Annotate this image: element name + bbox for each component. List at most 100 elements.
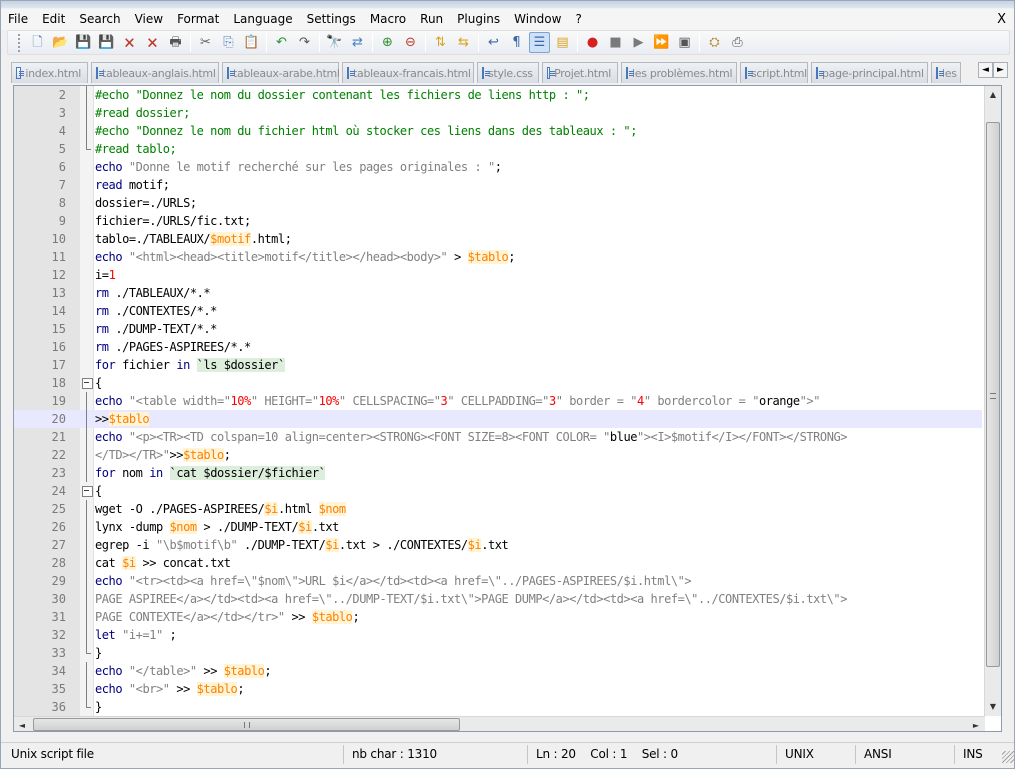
zoom-in-icon[interactable]: ⊕ bbox=[377, 32, 398, 53]
code-line[interactable]: 25 wget -O ./PAGES-ASPIREES/$i.html $nom bbox=[14, 500, 982, 518]
code-line[interactable]: 11 echo "<html><head><title>motif</title>… bbox=[14, 248, 982, 266]
save-all-icon[interactable]: 💾 bbox=[96, 32, 117, 53]
code-line[interactable]: 18 { bbox=[14, 374, 982, 392]
tab-page-principal-html[interactable]: page-principal.html bbox=[811, 62, 928, 83]
tab-tableaux-francais-html[interactable]: tableaux-francais.html bbox=[342, 62, 474, 83]
tab-scroll-right-icon[interactable]: ► bbox=[993, 62, 1008, 78]
tab-projet-html[interactable]: Projet.html bbox=[542, 62, 618, 83]
menu-macro[interactable]: Macro bbox=[363, 9, 413, 30]
code-line[interactable]: 24 { bbox=[14, 482, 982, 500]
menu-plugins[interactable]: Plugins bbox=[450, 9, 507, 30]
redo-icon[interactable]: ↷ bbox=[294, 32, 315, 53]
code-line[interactable]: 21 echo "<p><TR><TD colspan=10 align=cent… bbox=[14, 428, 982, 446]
menu-view[interactable]: View bbox=[128, 9, 170, 30]
save-macro-icon[interactable]: ▣ bbox=[674, 32, 695, 53]
code-line[interactable]: 31 PAGE CONTEXTE</a></td></tr>" >> $tablo… bbox=[14, 608, 982, 626]
code-line[interactable]: 13 rm ./TABLEAUX/*.* bbox=[14, 284, 982, 302]
scroll-right-icon[interactable]: ► bbox=[968, 717, 984, 731]
undo-icon[interactable]: ↶ bbox=[271, 32, 292, 53]
print-icon[interactable]: 🖶 bbox=[165, 32, 186, 53]
cut-icon[interactable]: ✂ bbox=[195, 32, 216, 53]
paste-icon[interactable]: 📋 bbox=[241, 32, 262, 53]
record-macro-icon[interactable]: ● bbox=[582, 32, 603, 53]
zoom-out-icon[interactable]: ⊖ bbox=[400, 32, 421, 53]
sync-vertical-icon[interactable]: ⇅ bbox=[430, 32, 451, 53]
menu-edit[interactable]: Edit bbox=[35, 9, 72, 30]
code-line[interactable]: 8 dossier=./URLS; bbox=[14, 194, 982, 212]
word-wrap-icon[interactable]: ↩ bbox=[483, 32, 504, 53]
tab-index-html[interactable]: index.html bbox=[11, 62, 88, 83]
menu-language[interactable]: Language bbox=[226, 9, 299, 30]
code-line[interactable]: 26 lynx -dump $nom > ./DUMP-TEXT/$i.txt bbox=[14, 518, 982, 536]
find-icon[interactable]: 🔭 bbox=[324, 32, 345, 53]
scroll-up-icon[interactable]: ▲ bbox=[985, 86, 1001, 103]
tab-script-html[interactable]: script.html bbox=[740, 62, 808, 83]
vertical-scroll-thumb[interactable] bbox=[986, 122, 1000, 667]
scroll-down-icon[interactable]: ▼ bbox=[985, 698, 1001, 715]
close-all-icon[interactable]: 🗙 bbox=[142, 32, 163, 53]
code-line[interactable]: 29 echo "<tr><td><a href=\"$nom\">URL $i<… bbox=[14, 572, 982, 590]
stop-record-icon[interactable]: ■ bbox=[605, 32, 626, 53]
tab-scroll-left-icon[interactable]: ◄ bbox=[978, 62, 993, 78]
code-line[interactable]: 36} bbox=[14, 698, 982, 716]
code-lines[interactable]: 2 #echo "Donnez le nom du dossier contena… bbox=[14, 86, 982, 716]
save-icon[interactable]: 💾 bbox=[73, 32, 94, 53]
fold-toggle-icon[interactable] bbox=[82, 482, 93, 500]
close-icon[interactable]: 🗙 bbox=[119, 32, 140, 53]
tab-les[interactable]: les bbox=[931, 62, 961, 83]
code-line[interactable]: 5 #read tablo; bbox=[14, 140, 982, 158]
code-line[interactable]: 10 tablo=./TABLEAUX/$motif.html; bbox=[14, 230, 982, 248]
code-line[interactable]: 34 echo "</table>" >> $tablo; bbox=[14, 662, 982, 680]
show-all-chars-icon[interactable]: ¶ bbox=[506, 32, 527, 53]
play-multiple-icon[interactable]: ⏩ bbox=[651, 32, 672, 53]
status-encoding[interactable]: ANSI bbox=[860, 745, 955, 764]
copy-icon[interactable]: ⎘ bbox=[218, 32, 239, 53]
tab-tableaux-arabe-html[interactable]: tableaux-arabe.html bbox=[222, 62, 340, 83]
code-line[interactable]: 16 rm ./PAGES-ASPIREES/*.* bbox=[14, 338, 982, 356]
code-line[interactable]: 28 cat $i >> concat.txt bbox=[14, 554, 982, 572]
resize-grip-icon[interactable] bbox=[1002, 751, 1014, 763]
code-line[interactable]: 15 rm ./DUMP-TEXT/*.* bbox=[14, 320, 982, 338]
scroll-left-icon[interactable]: ◄ bbox=[14, 717, 30, 731]
fold-toggle-icon[interactable] bbox=[82, 374, 93, 392]
code-line[interactable]: 2 #echo "Donnez le nom du dossier contena… bbox=[14, 86, 982, 104]
open-file-icon[interactable]: 📂 bbox=[50, 32, 71, 53]
code-line[interactable]: 17 for fichier in `ls $dossier` bbox=[14, 356, 982, 374]
menu-file[interactable]: File bbox=[1, 9, 35, 30]
code-line[interactable]: 30 PAGE ASPIREE</a></td><td><a href=\"../… bbox=[14, 590, 982, 608]
close-document-button[interactable]: X bbox=[997, 9, 1006, 30]
menu-window[interactable]: Window bbox=[507, 9, 568, 30]
menu-settings[interactable]: Settings bbox=[300, 9, 363, 30]
tab-les-probl-mes-html[interactable]: les problèmes.html bbox=[621, 62, 737, 83]
code-line[interactable]: 32 let "i+=1" ; bbox=[14, 626, 982, 644]
horizontal-scroll-thumb[interactable] bbox=[33, 718, 460, 731]
code-line[interactable]: 4 #echo "Donnez le nom du fichier html où… bbox=[14, 122, 982, 140]
code-editor[interactable]: 2 #echo "Donnez le nom du dossier contena… bbox=[13, 85, 1002, 732]
toolbar-grip[interactable] bbox=[18, 33, 22, 52]
status-eol-format[interactable]: UNIX bbox=[781, 745, 856, 764]
horizontal-scrollbar[interactable]: ◄ ► bbox=[14, 716, 985, 731]
vertical-scrollbar[interactable]: ▲ ▼ bbox=[984, 86, 1001, 716]
code-line[interactable]: 9 fichier=./URLS/fic.txt; bbox=[14, 212, 982, 230]
indent-guide-icon[interactable]: ☰ bbox=[529, 32, 550, 53]
new-file-icon[interactable]: 🗋 bbox=[27, 32, 48, 53]
play-macro-icon[interactable]: ▶ bbox=[628, 32, 649, 53]
code-line[interactable]: 33} bbox=[14, 644, 982, 662]
code-line[interactable]: 19 echo "<table width="10%" HEIGHT="10%" … bbox=[14, 392, 982, 410]
menu-help[interactable]: ? bbox=[568, 9, 588, 30]
plugin-b-icon[interactable]: ⎙ bbox=[727, 32, 748, 53]
code-line[interactable]: 3 #read dossier; bbox=[14, 104, 982, 122]
code-line[interactable]: 14 rm ./CONTEXTES/*.* bbox=[14, 302, 982, 320]
code-line[interactable]: 7 read motif; bbox=[14, 176, 982, 194]
code-line[interactable]: 22 </TD></TR>">>$tablo; bbox=[14, 446, 982, 464]
menu-search[interactable]: Search bbox=[72, 9, 127, 30]
code-line[interactable]: 35 echo "<br>" >> $tablo; bbox=[14, 680, 982, 698]
code-line[interactable]: 12 i=1 bbox=[14, 266, 982, 284]
menu-run[interactable]: Run bbox=[413, 9, 450, 30]
menu-format[interactable]: Format bbox=[170, 9, 226, 30]
code-line[interactable]: 23 for nom in `cat $dossier/$fichier` bbox=[14, 464, 982, 482]
plugin-a-icon[interactable]: ⛭ bbox=[704, 32, 725, 53]
code-line[interactable]: 27 egrep -i "\b$motif\b" ./DUMP-TEXT/$i.t… bbox=[14, 536, 982, 554]
tab-tableaux-anglais-html[interactable]: tableaux-anglais.html bbox=[91, 62, 219, 83]
sync-horizontal-icon[interactable]: ⇆ bbox=[453, 32, 474, 53]
